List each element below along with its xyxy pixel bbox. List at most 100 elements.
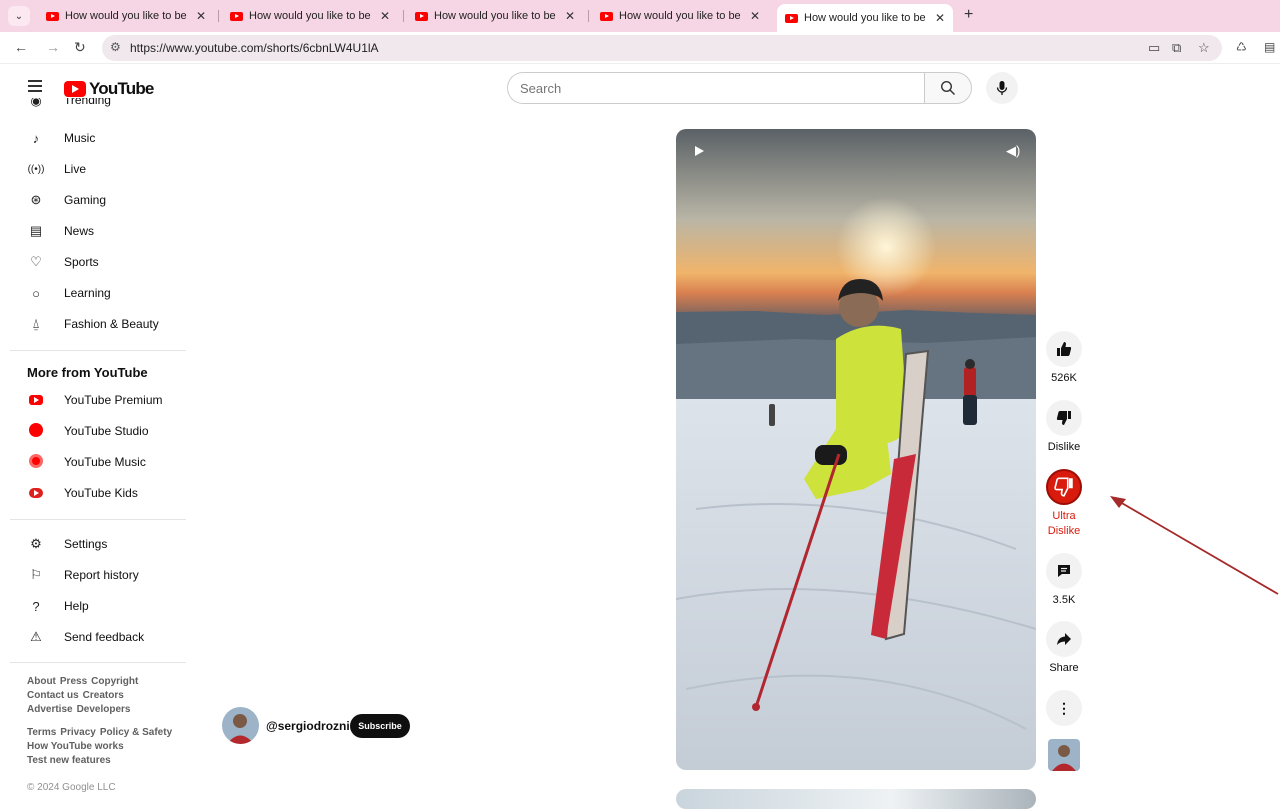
footer-link-how-youtube-works[interactable]: How YouTube works <box>27 741 124 752</box>
sidebar-divider <box>10 662 186 663</box>
sidebar-item-youtube-kids[interactable]: YouTube Kids <box>12 478 188 508</box>
sidebar-item-news[interactable]: ▤ News <box>12 216 188 246</box>
trophy-icon: ♡ <box>30 254 42 269</box>
close-tab-icon[interactable]: ✕ <box>380 9 390 23</box>
footer-links: Test new features <box>27 755 115 766</box>
close-tab-icon[interactable]: ✕ <box>750 9 760 23</box>
comment-count: 3.5K <box>1052 594 1076 606</box>
channel-handle[interactable]: @sergiodroznini <box>266 719 360 733</box>
help-icon: ? <box>32 598 40 614</box>
sound-source-avatar[interactable] <box>1048 739 1080 771</box>
cast-icon[interactable]: ▭ <box>1148 40 1160 56</box>
play-icon[interactable] <box>695 146 704 156</box>
voice-search-button[interactable] <box>986 72 1018 104</box>
footer-link-terms[interactable]: Terms <box>27 727 56 738</box>
channel-avatar[interactable] <box>222 707 259 744</box>
sidebar-item-sports[interactable]: ♡ Sports <box>12 247 188 277</box>
sidebar-item-trending[interactable]: ◉ Trending <box>12 98 188 116</box>
volume-icon[interactable]: ◀) <box>1006 143 1020 159</box>
browser-tab[interactable]: How would you like to be gr ✕ <box>38 4 214 28</box>
footer-link-press[interactable]: Press <box>60 676 87 687</box>
more-from-youtube-heading: More from YouTube <box>27 365 148 380</box>
ultra-dislike-button[interactable] <box>1046 469 1082 505</box>
next-short-preview[interactable] <box>676 789 1036 809</box>
reload-icon[interactable]: ↻ <box>74 39 86 56</box>
short-video-player[interactable] <box>676 129 1036 770</box>
footer-link-creators[interactable]: Creators <box>83 690 124 701</box>
footer-link-policy-safety[interactable]: Policy & Safety <box>100 727 172 738</box>
browser-tab-strip: ⌄ How would you like to be gr ✕ How woul… <box>0 0 1280 32</box>
sidebar-item-learning[interactable]: ○ Learning <box>12 278 188 308</box>
footer-link-test-new-features[interactable]: Test new features <box>27 755 111 766</box>
browser-tab-active[interactable]: How would you like to be gr ✕ <box>777 4 953 32</box>
tab-search-chevron-icon[interactable]: ⌄ <box>8 6 30 26</box>
footer-links: Advertise Developers <box>27 704 135 715</box>
footer-link-copyright[interactable]: Copyright <box>91 676 138 687</box>
newspaper-icon: ▤ <box>29 223 43 238</box>
browser-tab[interactable]: How would you like to be gr ✕ <box>407 4 583 28</box>
sidebar-item-send-feedback[interactable]: ⚠ Send feedback <box>12 622 188 652</box>
bookmark-star-icon[interactable]: ☆ <box>1198 40 1210 56</box>
skier-video-frame <box>676 129 1036 770</box>
youtube-play-logo-icon <box>64 81 86 97</box>
gamepad-icon: ⊛ <box>30 192 42 207</box>
sidebar-item-youtube-studio[interactable]: YouTube Studio <box>12 416 188 446</box>
sidebar-item-settings[interactable]: ⚙ Settings <box>12 529 188 559</box>
channel-avatar-image <box>222 707 259 744</box>
annotation-arrow <box>1110 496 1279 595</box>
feedback-icon: ⚠ <box>30 629 42 644</box>
address-bar[interactable]: ⚙ https://www.youtube.com/shorts/6cbnLW4… <box>102 35 1222 61</box>
browser-tab[interactable]: How would you like to be gr ✕ <box>592 4 768 28</box>
footer-link-advertise[interactable]: Advertise <box>27 704 73 715</box>
gear-icon: ⚙ <box>30 536 42 551</box>
sidebar-item-report-history[interactable]: ⚐ Report history <box>12 560 188 590</box>
sidebar-divider <box>10 519 186 520</box>
footer-link-developers[interactable]: Developers <box>77 704 131 715</box>
ultra-dislike-label: Ultra Dislike <box>1034 509 1094 539</box>
youtube-logo[interactable]: YouTube <box>64 79 154 99</box>
youtube-favicon-icon <box>46 11 59 21</box>
search-input[interactable] <box>520 80 925 96</box>
comment-icon <box>1058 565 1070 577</box>
close-tab-icon[interactable]: ✕ <box>196 9 206 23</box>
youtube-favicon-icon <box>600 11 613 21</box>
extension-icon[interactable]: ♺ <box>1236 40 1247 54</box>
search-button[interactable] <box>924 72 972 104</box>
footer-links: Contact us Creators <box>27 690 128 701</box>
share-button[interactable] <box>1046 621 1082 657</box>
sidebar-item-music[interactable]: ♪ Music <box>12 123 188 153</box>
channel-sound-thumbnail <box>1048 739 1080 771</box>
back-arrow-icon[interactable]: ← <box>14 39 28 55</box>
footer-link-privacy[interactable]: Privacy <box>60 727 96 738</box>
sidebar-item-fashion-beauty[interactable]: ⍙ Fashion & Beauty <box>12 309 188 339</box>
footer-link-about[interactable]: About <box>27 676 56 687</box>
sidebar-item-youtube-premium[interactable]: YouTube Premium <box>12 385 188 415</box>
site-settings-icon[interactable]: ⚙ <box>110 40 121 54</box>
profile-icon[interactable]: ▤ <box>1264 40 1275 54</box>
sidebar-item-gaming[interactable]: ⊛ Gaming <box>12 185 188 215</box>
share-arrow-icon <box>1057 633 1071 645</box>
dislike-button[interactable] <box>1046 400 1082 436</box>
close-tab-icon[interactable]: ✕ <box>565 9 575 23</box>
footer-links: Terms Privacy Policy & Safety <box>27 727 176 738</box>
tab-title: How would you like to be gr <box>804 12 929 24</box>
forward-arrow-icon[interactable]: → <box>46 39 60 55</box>
youtube-favicon-icon <box>230 11 243 21</box>
sidebar-item-help[interactable]: ? Help <box>12 591 188 621</box>
more-vertical-icon: ⋮ <box>1057 700 1071 716</box>
menu-hamburger-icon[interactable] <box>28 80 42 92</box>
new-tab-plus-icon[interactable]: + <box>964 6 973 24</box>
flag-icon: ⚐ <box>30 567 42 582</box>
footer-link-contact-us[interactable]: Contact us <box>27 690 79 701</box>
more-options-button[interactable]: ⋮ <box>1046 690 1082 726</box>
sidebar-item-live[interactable]: ((•)) Live <box>12 154 188 184</box>
subscribe-button[interactable]: Subscribe <box>350 714 410 738</box>
sidebar-divider <box>10 350 186 351</box>
footer-links: About Press Copyright <box>27 676 142 687</box>
close-tab-icon[interactable]: ✕ <box>935 11 945 25</box>
comments-button[interactable] <box>1046 553 1082 589</box>
like-button[interactable] <box>1046 331 1082 367</box>
browser-tab[interactable]: How would you like to be gr ✕ <box>222 4 398 28</box>
sidebar-item-youtube-music[interactable]: YouTube Music <box>12 447 188 477</box>
translate-icon[interactable]: ⧉ <box>1172 40 1181 56</box>
